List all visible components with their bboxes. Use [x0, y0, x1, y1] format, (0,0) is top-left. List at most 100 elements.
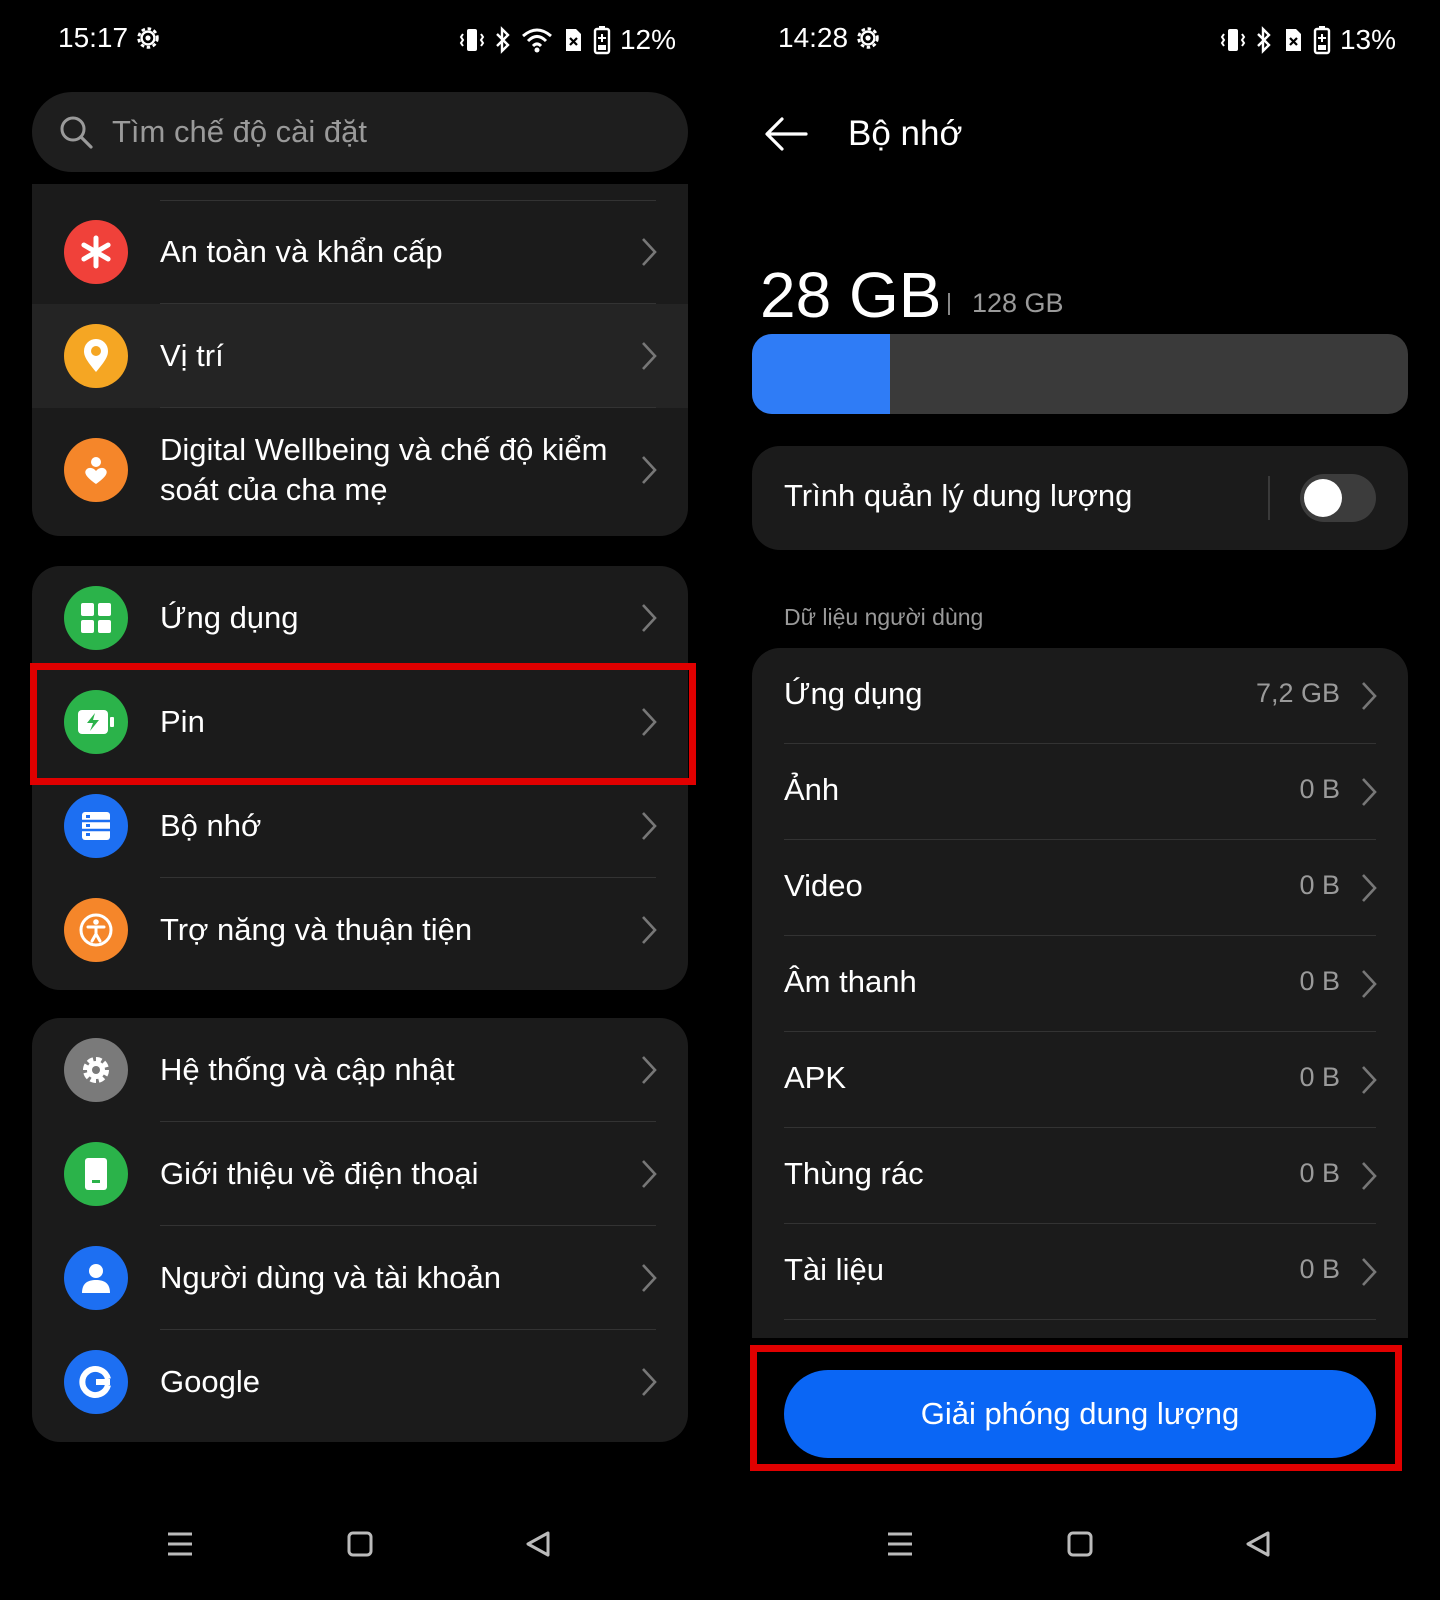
navigation-bar — [720, 1530, 1440, 1578]
navigation-bar — [0, 1530, 720, 1578]
chevron-right-icon — [1360, 776, 1378, 813]
storage-item-trash[interactable]: Thùng rác 0 B — [752, 1128, 1408, 1224]
no-sim-icon — [562, 26, 584, 54]
back-icon[interactable] — [1244, 1530, 1272, 1558]
storage-item-label: Âm thanh — [784, 964, 917, 999]
settings-item-label: Google — [160, 1364, 260, 1399]
chevron-right-icon — [640, 914, 658, 951]
search-input[interactable] — [112, 92, 652, 172]
storage-item-size: 0 B — [1299, 966, 1340, 996]
storage-item-label: Tài liệu — [784, 1252, 884, 1287]
storage-item-apk[interactable]: APK 0 B — [752, 1032, 1408, 1128]
storage-item-documents[interactable]: Tài liệu 0 B — [752, 1224, 1408, 1320]
settings-item-wellbeing[interactable]: Digital Wellbeing và chế độ kiểm soát củ… — [32, 408, 688, 532]
storage-icon — [64, 794, 128, 858]
settings-item-label: Pin — [160, 704, 205, 739]
wellbeing-heart-icon — [64, 438, 128, 502]
chevron-right-icon — [640, 1262, 658, 1299]
divider — [948, 293, 950, 315]
settings-item-apps[interactable]: Ứng dụng — [32, 566, 688, 670]
home-icon[interactable] — [1066, 1530, 1094, 1558]
settings-item-users-accounts[interactable]: Người dùng và tài khoản — [32, 1226, 688, 1330]
settings-item-label: An toàn và khẩn cấp — [160, 234, 443, 269]
system-gear-icon — [64, 1038, 128, 1102]
storage-item-size: 0 B — [1299, 1158, 1340, 1188]
storage-item-size: 0 B — [1299, 1062, 1340, 1092]
storage-item-size: 7,2 GB — [1255, 678, 1340, 708]
settings-item-battery[interactable]: Pin — [32, 670, 688, 774]
menu-icon[interactable] — [886, 1530, 914, 1558]
storage-item-photos[interactable]: Ảnh 0 B — [752, 744, 1408, 840]
free-up-space-button[interactable]: Giải phóng dung lượng — [784, 1370, 1376, 1458]
home-icon[interactable] — [346, 1530, 374, 1558]
settings-search-bar[interactable] — [32, 92, 688, 172]
chevron-right-icon — [640, 1366, 658, 1403]
status-time: 15:17 — [58, 22, 129, 53]
chevron-right-icon — [640, 1158, 658, 1195]
settings-item-label: Digital Wellbeing và chế độ kiểm soát củ… — [160, 432, 608, 507]
chevron-right-icon — [640, 706, 658, 743]
chevron-right-icon — [1360, 1256, 1378, 1293]
bluetooth-icon — [494, 26, 512, 54]
storage-item-video[interactable]: Video 0 B — [752, 840, 1408, 936]
settings-item-storage[interactable]: Bộ nhớ — [32, 774, 688, 878]
chevron-right-icon — [1360, 968, 1378, 1005]
settings-item-label: Người dùng và tài khoản — [160, 1260, 501, 1295]
back-arrow-icon[interactable] — [762, 114, 810, 159]
settings-group-system: Hệ thống và cập nhật Giới thiệu về điện … — [32, 1018, 688, 1442]
storage-item-label: APK — [784, 1060, 847, 1095]
settings-group-device: Ứng dụng Pin Bộ nhớ Trợ năng và thuận ti… — [32, 566, 688, 990]
battery-icon — [1313, 25, 1331, 55]
chevron-right-icon — [1360, 1160, 1378, 1197]
chevron-right-icon — [640, 340, 658, 377]
settings-item-about-phone[interactable]: Giới thiệu về điện thoại — [32, 1122, 688, 1226]
storage-item-audio[interactable]: Âm thanh 0 B — [752, 936, 1408, 1032]
settings-item-label: Trợ năng và thuận tiện — [160, 912, 473, 947]
storage-manager-toggle[interactable] — [1300, 474, 1376, 522]
menu-icon[interactable] — [166, 1530, 194, 1558]
settings-group-safety: An toàn và khẩn cấp Vị trí Digital Wellb… — [32, 184, 688, 536]
storage-item-label: Ảnh — [784, 772, 840, 807]
settings-item-accessibility[interactable]: Trợ năng và thuận tiện — [32, 878, 688, 982]
vibrate-icon — [1220, 26, 1246, 54]
user-data-list: Ứng dụng 7,2 GB Ảnh 0 B Video 0 B Âm tha… — [752, 648, 1408, 1338]
location-pin-icon — [64, 324, 128, 388]
storage-manager-label: Trình quản lý dung lượng — [784, 478, 1133, 513]
user-account-icon — [64, 1246, 128, 1310]
settings-item-label: Ứng dụng — [160, 600, 299, 635]
section-label-user-data: Dữ liệu người dùng — [784, 604, 984, 630]
divider — [1268, 476, 1270, 520]
storage-usage-bar — [752, 334, 1408, 414]
chevron-right-icon — [640, 810, 658, 847]
apps-grid-icon — [64, 586, 128, 650]
storage-item-label: Video — [784, 868, 863, 903]
page-title: Bộ nhớ — [848, 114, 963, 153]
settings-gear-icon — [854, 24, 882, 57]
storage-item-apps[interactable]: Ứng dụng 7,2 GB — [752, 648, 1408, 744]
divider — [784, 1319, 1376, 1320]
storage-item-size: 0 B — [1299, 774, 1340, 804]
wifi-icon — [521, 26, 553, 54]
settings-screen: 15:17 12% Tìm chế độ cài đặt An toàn và … — [0, 0, 720, 1600]
no-sim-icon — [1282, 26, 1304, 54]
settings-item-label: Giới thiệu về điện thoại — [160, 1156, 479, 1191]
settings-item-label: Vị trí — [160, 338, 224, 373]
storage-item-size: 0 B — [1299, 1254, 1340, 1284]
emergency-asterisk-icon — [64, 220, 128, 284]
settings-item-system[interactable]: Hệ thống và cập nhật — [32, 1018, 688, 1122]
back-icon[interactable] — [524, 1530, 552, 1558]
status-bar: 14:28 13% — [720, 18, 1440, 62]
google-icon — [64, 1350, 128, 1414]
toggle-knob — [1304, 479, 1342, 517]
storage-item-label: Ứng dụng — [784, 676, 923, 711]
phone-info-icon — [64, 1142, 128, 1206]
chevron-right-icon — [640, 1054, 658, 1091]
battery-charging-icon — [64, 690, 128, 754]
settings-item-safety[interactable]: An toàn và khẩn cấp — [32, 200, 688, 304]
settings-item-google[interactable]: Google — [32, 1330, 688, 1434]
settings-item-location[interactable]: Vị trí — [32, 304, 688, 408]
settings-item-label: Hệ thống và cập nhật — [160, 1052, 455, 1087]
storage-total: 128 GB — [972, 288, 1064, 318]
storage-manager-card: Trình quản lý dung lượng — [752, 446, 1408, 550]
chevron-right-icon — [1360, 1064, 1378, 1101]
